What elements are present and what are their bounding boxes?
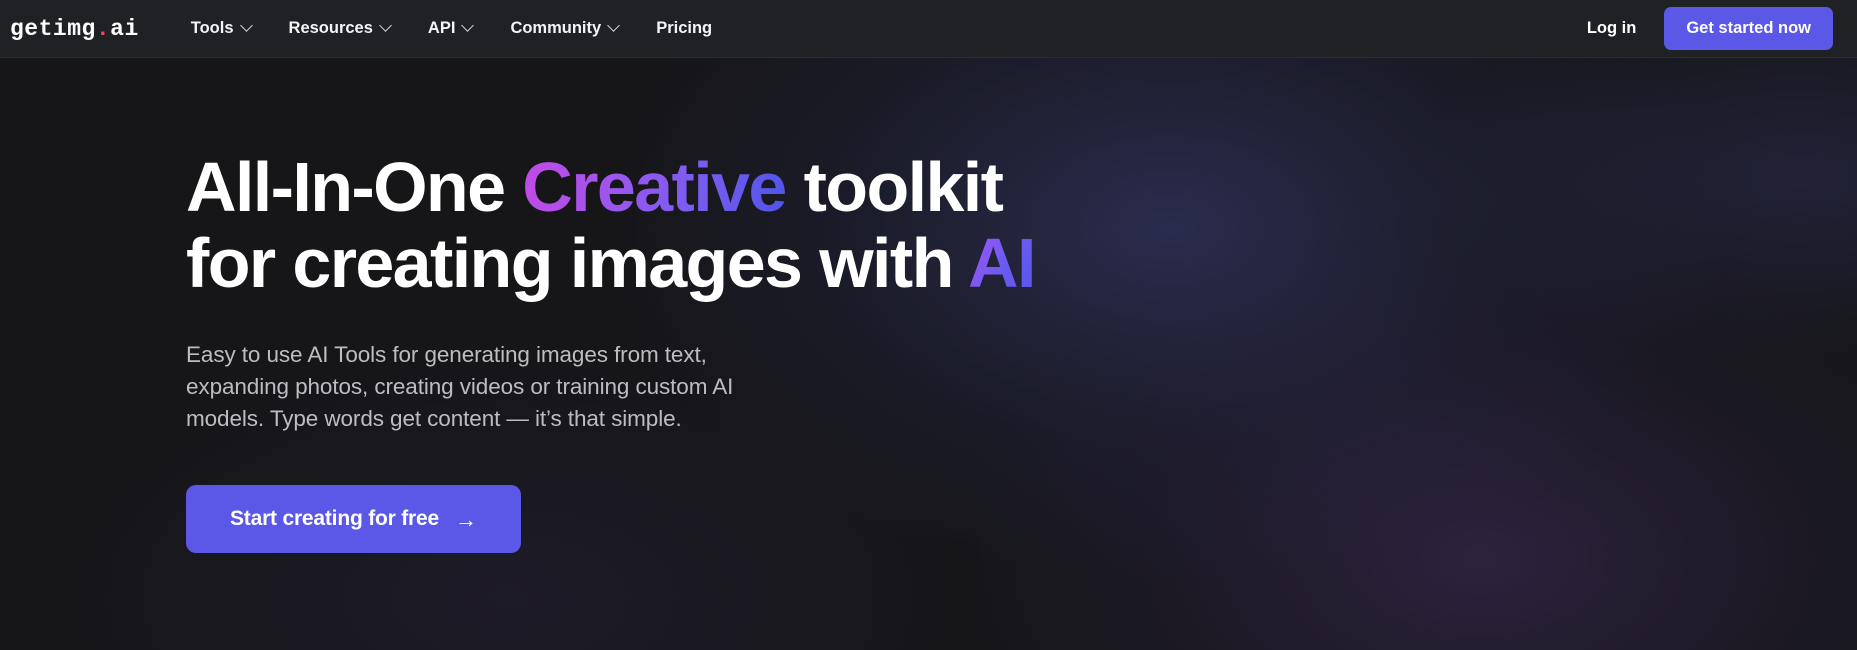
- chevron-down-icon: [609, 21, 620, 32]
- nav-item-label: Pricing: [656, 19, 713, 37]
- hero-content: All-In-One Creative toolkit for creating…: [0, 58, 1857, 553]
- logo-dot: .: [95, 15, 111, 42]
- nav-item-label: Resources: [288, 19, 373, 37]
- hero-section: All-In-One Creative toolkit for creating…: [0, 58, 1857, 650]
- chevron-down-icon: [463, 21, 474, 32]
- landing-page: getimg.ai Tools Resources API Community …: [0, 0, 1857, 650]
- chevron-down-icon: [242, 21, 253, 32]
- nav-item-resources[interactable]: Resources: [271, 11, 410, 46]
- nav-item-label: API: [427, 19, 456, 37]
- hero-subheading: Easy to use AI Tools for generating imag…: [186, 342, 734, 432]
- logo-suffix: ai: [110, 15, 139, 42]
- nav-right-group: Log in Get started now: [1583, 7, 1833, 50]
- site-logo[interactable]: getimg.ai: [10, 16, 139, 42]
- nav-item-label: Community: [510, 19, 602, 37]
- nav-item-api[interactable]: API: [410, 11, 493, 46]
- start-creating-for-free-button[interactable]: Start creating for free →: [186, 485, 521, 553]
- top-navigation-bar: getimg.ai Tools Resources API Community …: [0, 0, 1857, 58]
- nav-item-community[interactable]: Community: [492, 11, 638, 46]
- login-link[interactable]: Log in: [1583, 13, 1640, 44]
- logo-name: getimg: [10, 15, 96, 42]
- headline-highlight-ai: AI: [968, 223, 1036, 302]
- nav-links-list: Tools Resources API Community Pricing: [173, 11, 730, 46]
- hero-headline: All-In-One Creative toolkit for creating…: [186, 148, 1066, 302]
- nav-item-pricing[interactable]: Pricing: [638, 11, 730, 46]
- hero-cta-label: Start creating for free: [230, 507, 439, 530]
- nav-item-tools[interactable]: Tools: [173, 11, 271, 46]
- get-started-button[interactable]: Get started now: [1664, 7, 1833, 50]
- nav-item-label: Tools: [190, 19, 234, 37]
- headline-part-1: All-In-One: [186, 148, 523, 226]
- chevron-down-icon: [381, 21, 392, 32]
- headline-highlight-creative: Creative: [522, 148, 787, 226]
- arrow-right-icon: →: [454, 507, 477, 532]
